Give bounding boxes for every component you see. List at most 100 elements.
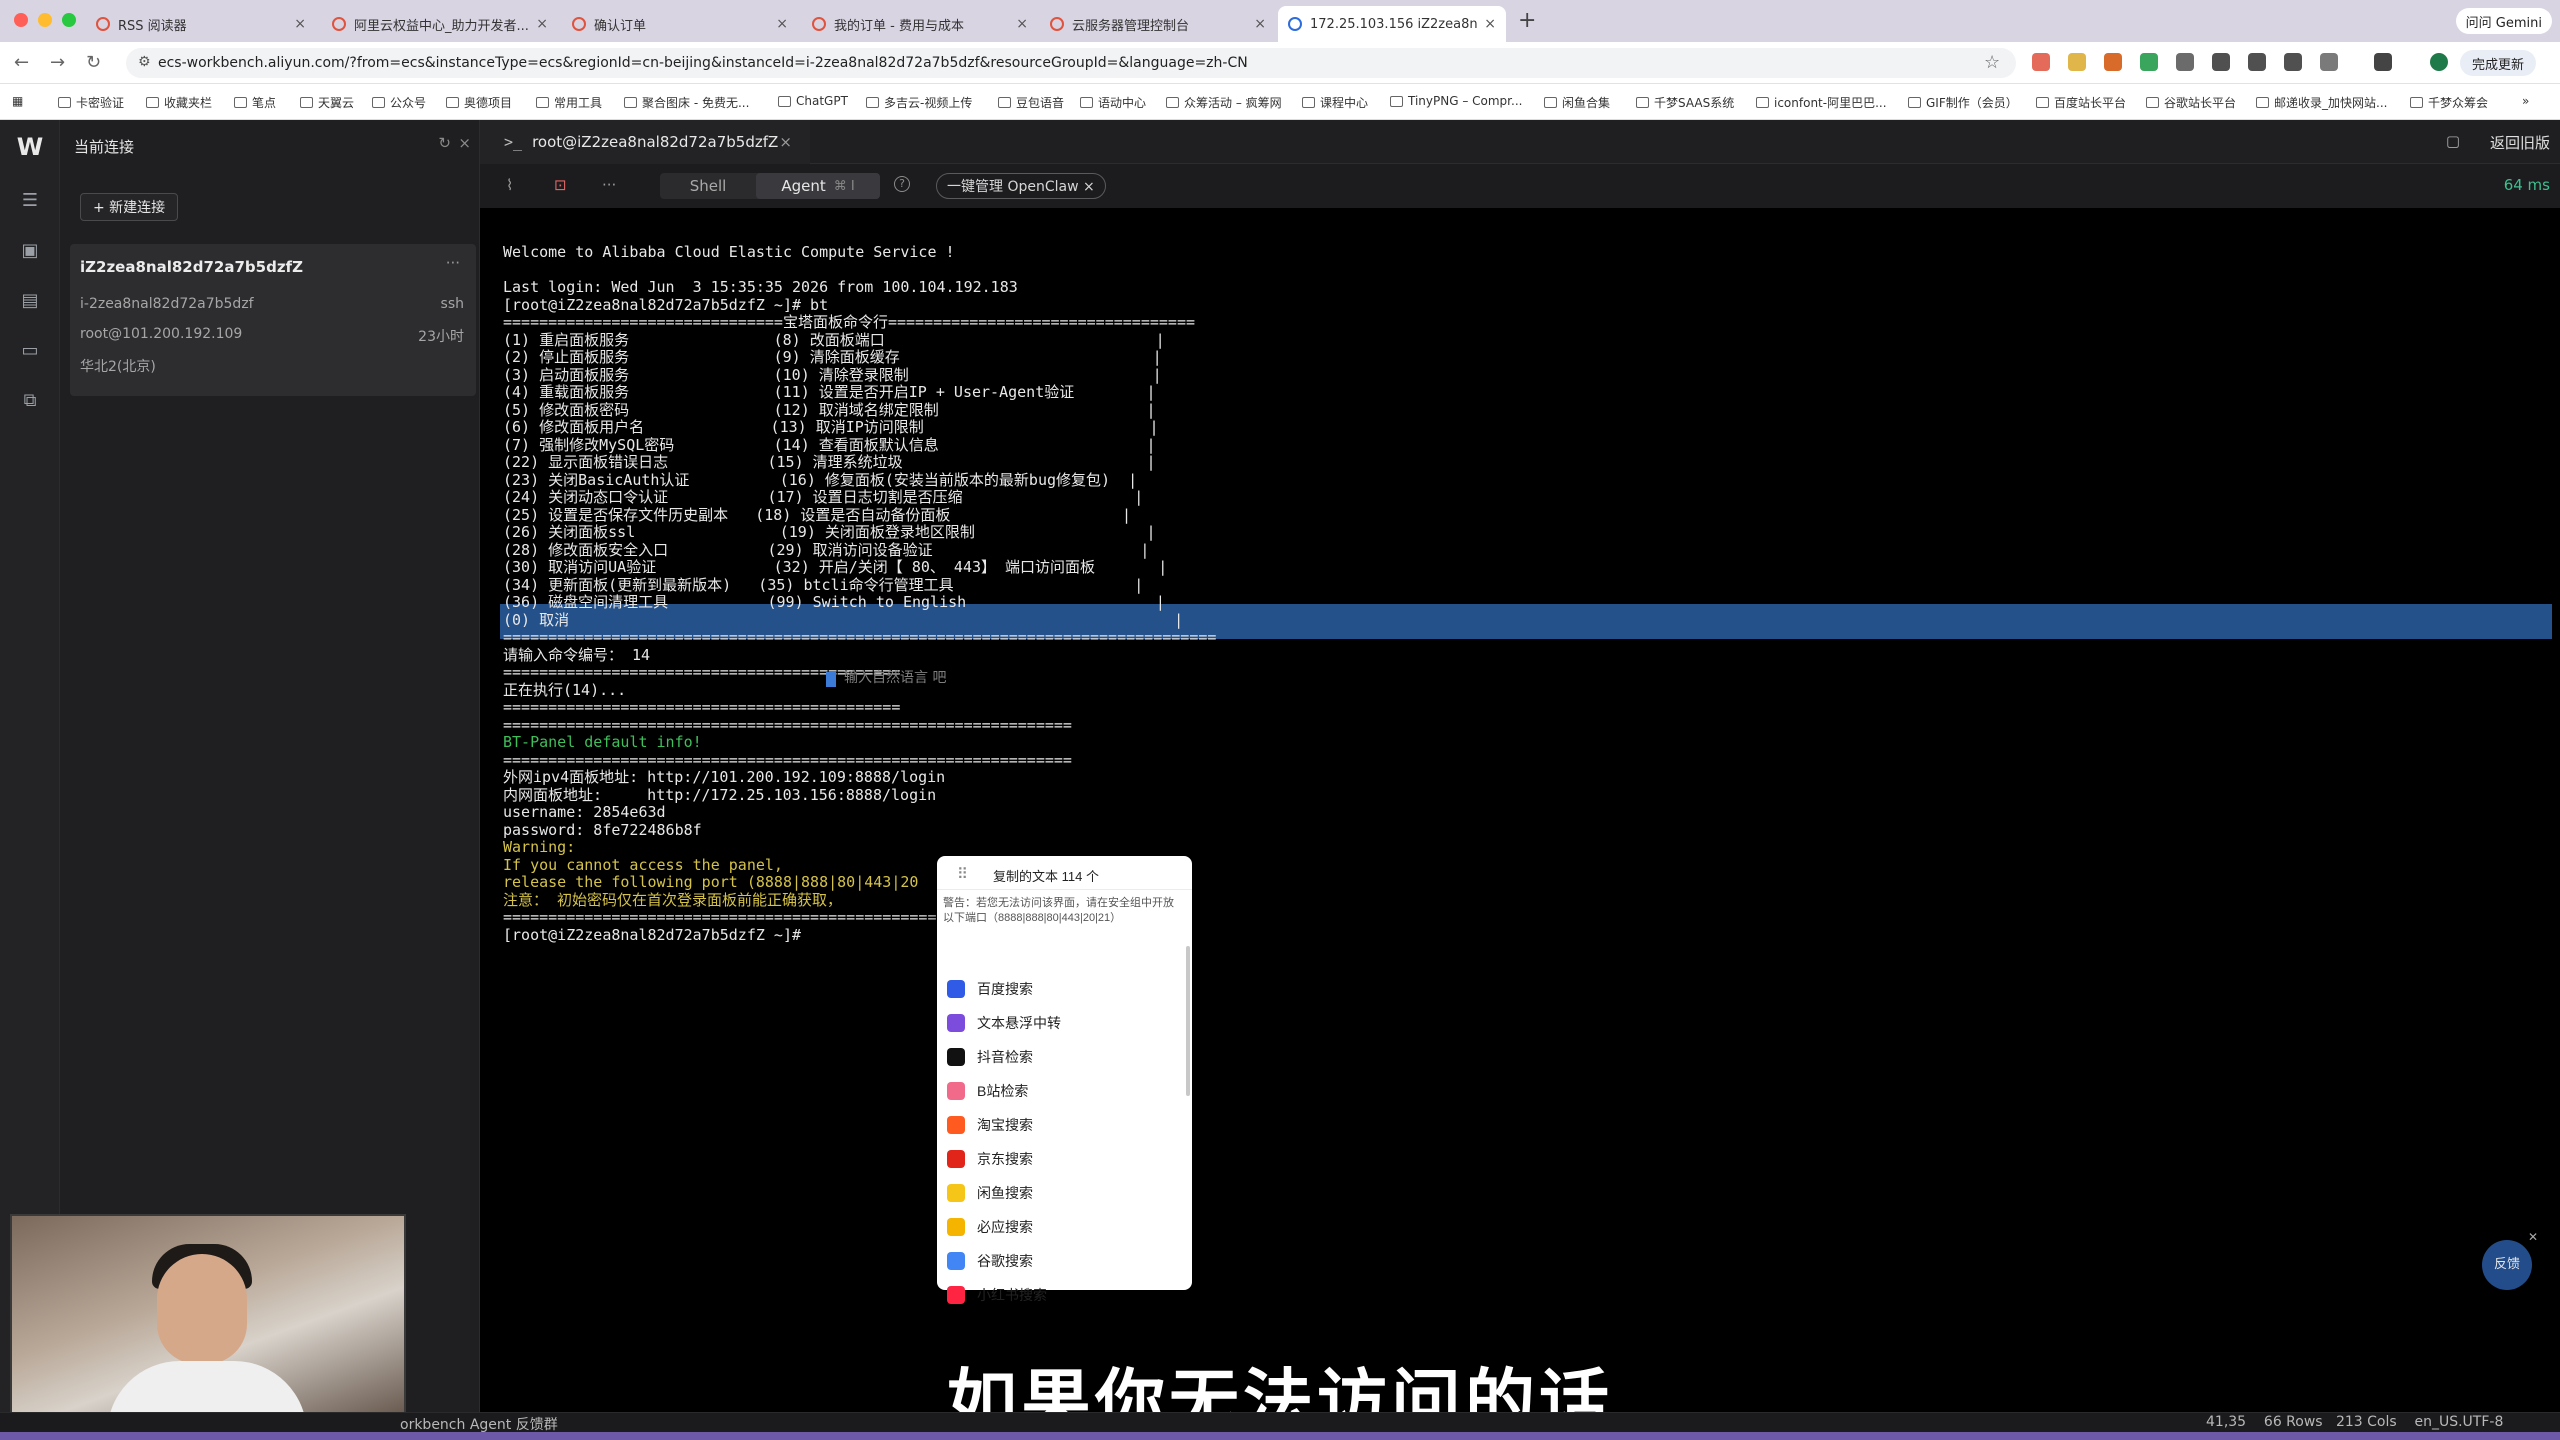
bookmark-item[interactable]: 语动中心 <box>1080 94 1146 111</box>
bookmark-item[interactable]: 收藏夹栏 <box>146 94 212 111</box>
record-icon[interactable]: ⊡ <box>554 176 567 194</box>
more-icon[interactable]: ··· <box>446 254 460 272</box>
bookmark-item[interactable]: 笔点 <box>234 94 276 111</box>
new-connection-button[interactable]: + 新建连接 <box>80 193 179 221</box>
close-tab-icon[interactable]: × <box>536 16 548 32</box>
popup-search-item[interactable]: 闲鱼搜索 <box>937 1176 1192 1210</box>
bookmark-item[interactable]: 常用工具 <box>536 94 602 111</box>
close-tab-icon[interactable]: × <box>779 133 792 151</box>
close-icon[interactable]: ✕ <box>2528 1230 2538 1244</box>
close-tab-icon[interactable]: × <box>776 16 788 32</box>
bookmark-item[interactable]: 天翼云 <box>300 94 354 111</box>
finish-update-button[interactable]: 完成更新 <box>2460 50 2537 76</box>
extension-icon[interactable] <box>2104 53 2122 71</box>
popup-search-item[interactable]: 必应搜索 <box>937 1210 1192 1244</box>
apps-grid-icon[interactable]: ▦ <box>12 94 23 108</box>
popup-search-item[interactable]: 淘宝搜索 <box>937 1108 1192 1142</box>
close-tab-icon[interactable]: × <box>1484 16 1496 32</box>
bookmark-item[interactable]: 奥德项目 <box>446 94 512 111</box>
bookmark-item[interactable]: ChatGPT <box>778 94 848 108</box>
minimize-window-button[interactable] <box>38 13 52 27</box>
browser-tab[interactable]: 确认订单 × <box>562 6 798 42</box>
extension-icon[interactable] <box>2176 53 2194 71</box>
bookmark-item[interactable]: 课程中心 <box>1302 94 1368 111</box>
url-input[interactable]: ⚙ ecs-workbench.aliyun.com/?from=ecs&ins… <box>126 48 2016 78</box>
bookmark-item[interactable]: 千梦SAAS系统 <box>1636 94 1734 111</box>
refresh-icon[interactable]: ↻ <box>438 134 451 152</box>
bookmark-item[interactable]: 谷歌站长平台 <box>2146 94 2236 111</box>
back-icon[interactable]: ← <box>14 52 29 73</box>
browser-tab[interactable]: 我的订单 - 费用与成本 × <box>802 6 1038 42</box>
more-bookmarks-icon[interactable]: » <box>2522 94 2529 108</box>
folder-icon[interactable]: ▭ <box>18 340 42 362</box>
profile-avatar-icon[interactable] <box>2430 53 2448 71</box>
agent-tab[interactable]: Agent ⌘ I <box>756 173 880 199</box>
popup-search-item[interactable]: 抖音检索 <box>937 1040 1192 1074</box>
bookmark-item[interactable]: 多吉云-视频上传 <box>866 94 972 111</box>
feedback-button[interactable]: 反馈 <box>2482 1240 2532 1290</box>
close-window-button[interactable] <box>14 13 28 27</box>
help-icon[interactable]: ? <box>894 176 910 192</box>
close-tab-icon[interactable]: × <box>1254 16 1266 32</box>
reload-icon[interactable]: ↻ <box>86 52 101 73</box>
extension-icon[interactable] <box>2068 53 2086 71</box>
close-tab-icon[interactable]: × <box>294 16 306 32</box>
code-icon[interactable]: ⧉ <box>18 390 42 412</box>
bookmark-item[interactable]: TinyPNG – Compr... <box>1390 94 1522 108</box>
bookmark-icon <box>58 97 71 108</box>
extension-icon[interactable] <box>2140 53 2158 71</box>
side-panel-icon[interactable] <box>2374 53 2392 71</box>
bookmark-item[interactable]: 豆包语音 <box>998 94 1064 111</box>
shell-tab[interactable]: Shell <box>660 173 756 199</box>
more-options-icon[interactable]: ··· <box>602 176 616 194</box>
bookmark-item[interactable]: 卡密验证 <box>58 94 124 111</box>
agent-feedback-group-link[interactable]: orkbench Agent 反馈群 <box>400 1414 558 1434</box>
forward-icon[interactable]: → <box>50 52 65 73</box>
connection-card[interactable]: iZ2zea8nal82d72a7b5dzfZ ··· i-2zea8nal82… <box>70 244 476 396</box>
chart-icon[interactable]: ⌇ <box>506 176 513 194</box>
bookmark-star-icon[interactable]: ☆ <box>1984 52 2000 73</box>
server-list-icon[interactable]: ▤ <box>18 290 42 312</box>
menu-icon[interactable]: ☰ <box>18 190 42 212</box>
popup-search-item[interactable]: B站检索 <box>937 1074 1192 1108</box>
workbench-logo-icon[interactable]: W <box>14 134 46 160</box>
extension-icon[interactable] <box>2284 53 2302 71</box>
extension-icon[interactable] <box>2248 53 2266 71</box>
terminal-line: ========================================… <box>503 715 1072 734</box>
browser-tab[interactable]: 阿里云权益中心_助力开发者... × <box>322 6 558 42</box>
bookmark-item[interactable]: 百度站长平台 <box>2036 94 2126 111</box>
return-old-version-link[interactable]: 返回旧版 <box>2490 132 2550 153</box>
terminal-tab[interactable]: >_ root@iZ2zea8nal82d72a7b5dzfZ × <box>480 120 810 164</box>
extension-icon[interactable] <box>2032 53 2050 71</box>
openclaw-chip[interactable]: 一键管理 OpenClaw × <box>936 173 1106 199</box>
bookmark-item[interactable]: 公众号 <box>372 94 426 111</box>
popup-search-item[interactable]: 小红书搜索 <box>937 1278 1192 1312</box>
drag-handle-icon[interactable]: ⠿ <box>957 865 968 883</box>
popup-search-item[interactable]: 京东搜索 <box>937 1142 1192 1176</box>
browser-tab-active[interactable]: 172.25.103.156 iZ2zea8nal8... × <box>1278 6 1506 42</box>
bookmark-item[interactable]: 邮递收录_加快网站... <box>2256 94 2387 111</box>
natural-language-input-hint[interactable]: 输入自然语言 吧 <box>844 670 946 688</box>
message-icon[interactable]: ▢ <box>2446 132 2460 150</box>
site-settings-icon[interactable]: ⚙ <box>138 54 151 70</box>
maximize-window-button[interactable] <box>62 13 76 27</box>
close-icon[interactable]: × <box>458 134 471 152</box>
extensions-puzzle-icon[interactable] <box>2320 53 2338 71</box>
popup-search-item[interactable]: 百度搜索 <box>937 972 1192 1006</box>
terminal-icon[interactable]: ▣ <box>18 240 42 262</box>
bookmark-item[interactable]: 聚合图床 - 免费无... <box>624 94 749 111</box>
gemini-button[interactable]: 问问 Gemini <box>2455 8 2552 34</box>
bookmark-item[interactable]: 闲鱼合集 <box>1544 94 1610 111</box>
popup-search-item[interactable]: 文本悬浮中转 <box>937 1006 1192 1040</box>
terminal-output[interactable]: Welcome to Alibaba Cloud Elastic Compute… <box>480 208 2560 1408</box>
bookmark-item[interactable]: 众筹活动 – 疯筹网 <box>1166 94 1282 111</box>
extension-icon[interactable] <box>2212 53 2230 71</box>
close-tab-icon[interactable]: × <box>1016 16 1028 32</box>
new-tab-button[interactable]: + <box>1518 8 1536 33</box>
bookmark-item[interactable]: GIF制作（会员） <box>1908 94 2018 111</box>
bookmark-item[interactable]: iconfont-阿里巴巴... <box>1756 94 1887 111</box>
bookmark-item[interactable]: 千梦众筹会 <box>2410 94 2488 111</box>
popup-search-item[interactable]: 谷歌搜索 <box>937 1244 1192 1278</box>
browser-tab[interactable]: 云服务器管理控制台 × <box>1040 6 1276 42</box>
browser-tab[interactable]: RSS 阅读器 × <box>86 6 316 42</box>
